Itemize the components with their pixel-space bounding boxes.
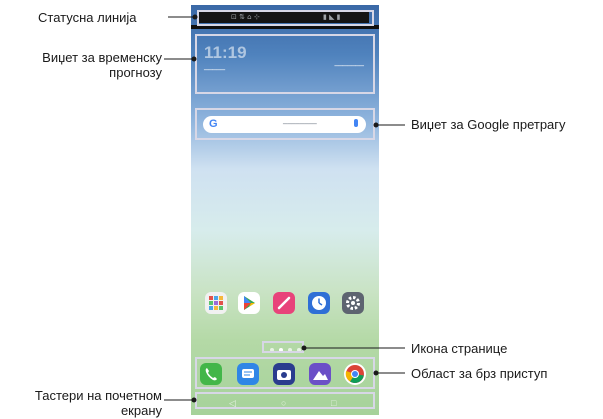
leader-dot-page-icon xyxy=(301,345,307,351)
leader-dot-status-bar xyxy=(192,14,198,20)
leader-dot-weather xyxy=(191,56,197,62)
leader-dot-google xyxy=(373,122,379,128)
leader-dot-home-buttons xyxy=(191,397,197,403)
callout-lines xyxy=(164,14,405,403)
leader-dot-quick-access xyxy=(373,370,379,376)
